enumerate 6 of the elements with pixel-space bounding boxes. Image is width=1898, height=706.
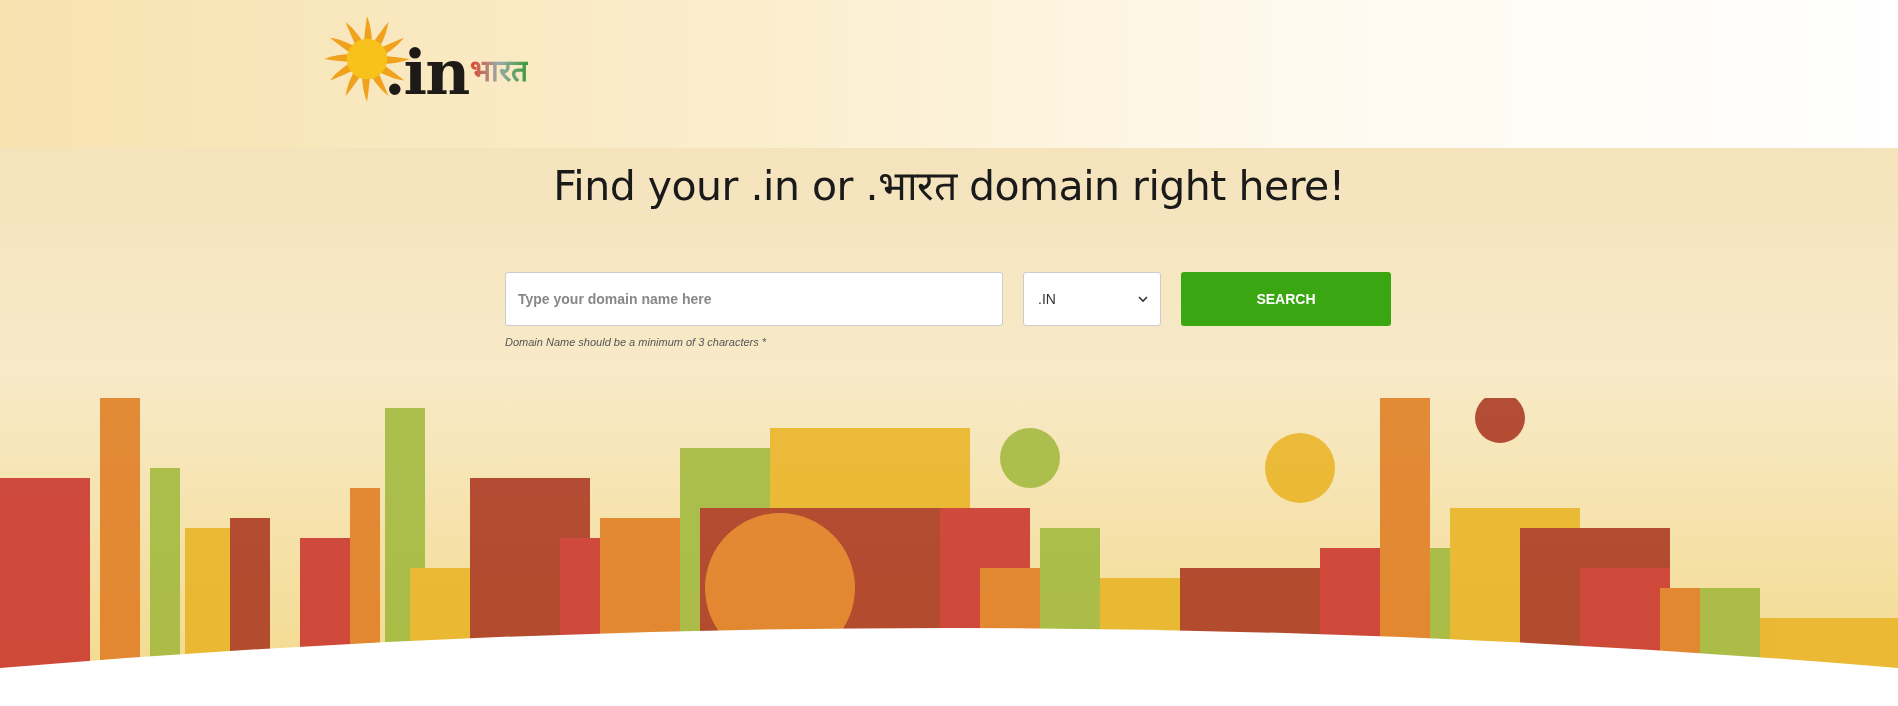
chevron-down-icon <box>1138 295 1148 303</box>
logo-text: .in <box>384 42 469 104</box>
domain-search-field[interactable]: Type your domain name here <box>505 272 1003 326</box>
page-heading: Find your .in or .भारत domain right here! <box>553 161 1345 212</box>
extension-dropdown[interactable]: .IN <box>1023 272 1161 326</box>
hint-text: Domain Name should be a minimum of 3 characters * <box>505 336 767 348</box>
